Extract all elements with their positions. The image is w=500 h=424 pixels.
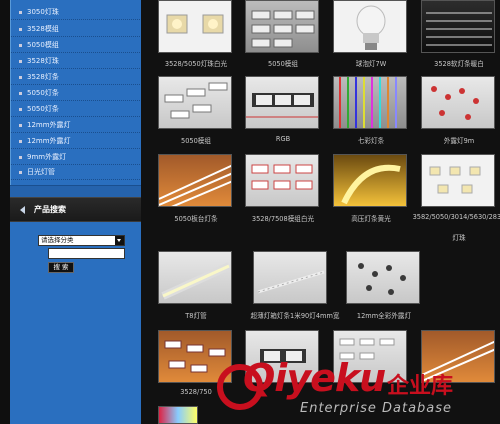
category-label: 5050灯条	[27, 105, 59, 113]
rigid-bar-image	[159, 164, 231, 206]
product-image[interactable]	[333, 0, 407, 53]
category-label: 12mm外露灯	[27, 121, 71, 129]
search-header: 产品搜索	[10, 197, 141, 222]
bullet-icon	[19, 43, 22, 47]
product-grid: 3528/5050灯珠白光 5050模组 球泡灯7W 3528软灯条暖白 505…	[141, 0, 500, 424]
category-list-footer	[10, 185, 141, 197]
product-caption[interactable]: 5050模组	[235, 58, 331, 68]
product-caption[interactable]: 12mm全彩外露灯	[336, 310, 432, 320]
watermark-cn: 企业库	[387, 374, 454, 399]
search-button[interactable]: 搜 索	[48, 262, 74, 273]
bullet-icon	[19, 27, 22, 31]
product-image[interactable]	[421, 76, 495, 129]
product-image[interactable]	[245, 154, 319, 207]
category-label: 3528模组	[27, 25, 59, 33]
category-label: 9mm外露灯	[27, 153, 67, 161]
bullet-icon	[19, 123, 22, 127]
bullet-icon	[19, 75, 22, 79]
product-image[interactable]	[158, 251, 232, 304]
category-label: 3528灯珠	[27, 57, 59, 65]
product-image[interactable]	[421, 0, 495, 53]
product-image[interactable]	[245, 0, 319, 53]
pixel-light-image	[431, 86, 479, 120]
product-caption[interactable]: 高压灯条黄光	[323, 213, 419, 223]
product-caption[interactable]: 5050模组	[148, 135, 244, 145]
category-item[interactable]: 12mm外露灯	[11, 133, 142, 149]
category-item[interactable]: 5050灯条	[11, 85, 142, 101]
product-image[interactable]	[333, 154, 407, 207]
product-caption[interactable]: RGB	[235, 135, 331, 143]
product-image[interactable]	[245, 76, 319, 129]
category-label: 5050灯条	[27, 89, 59, 97]
product-image[interactable]	[333, 76, 407, 129]
bullet-icon	[19, 170, 22, 174]
bullet-icon	[19, 10, 22, 14]
bullet-icon	[19, 91, 22, 95]
sidebar: 3050灯珠 3528模组 5050模组 3528灯珠 3528灯条 5050灯…	[0, 0, 142, 424]
bullet-icon	[19, 59, 22, 63]
category-item[interactable]: 3050灯珠	[11, 4, 142, 20]
color-strip-image	[339, 77, 397, 128]
led-chip-image	[429, 166, 481, 194]
product-caption[interactable]: 3528软灯条暖白	[411, 58, 500, 68]
category-label: 日光灯管	[27, 168, 55, 176]
category-item[interactable]: 3528模组	[11, 21, 142, 37]
product-image[interactable]	[158, 0, 232, 53]
category-select[interactable]: 请选择分类	[38, 235, 125, 246]
category-list: 3050灯珠 3528模组 5050模组 3528灯珠 3528灯条 5050灯…	[10, 0, 142, 185]
product-caption[interactable]: 球泡灯7W	[323, 58, 419, 68]
led-module-image	[164, 82, 228, 119]
product-image[interactable]	[253, 251, 327, 304]
search-title: 产品搜索	[34, 205, 66, 214]
chevron-down-icon	[115, 236, 124, 245]
category-item[interactable]: 5050模组	[11, 37, 142, 53]
category-item[interactable]: 5050灯条	[11, 101, 142, 117]
led-module-image	[251, 164, 313, 190]
product-caption[interactable]: T8灯管	[148, 310, 244, 320]
category-label: 5050模组	[27, 41, 59, 49]
search-panel: 请选择分类 搜 索	[10, 222, 141, 424]
category-item[interactable]: 9mm外露灯	[11, 149, 142, 165]
category-label: 3050灯珠	[27, 8, 59, 16]
category-select-value: 请选择分类	[41, 236, 74, 244]
product-image[interactable]	[421, 154, 495, 207]
category-item[interactable]: 12mm外露灯	[11, 117, 142, 133]
product-caption[interactable]: 3582/5050/3014/5630/2835	[411, 213, 500, 221]
category-item[interactable]: 3528灯珠	[11, 53, 142, 69]
rgb-module-image	[246, 93, 318, 118]
bullet-icon	[19, 155, 22, 159]
product-image[interactable]	[158, 154, 232, 207]
product-caption[interactable]: 3528/5050灯珠白光	[148, 58, 244, 68]
category-label: 12mm外露灯	[27, 137, 71, 145]
slim-strip-image	[257, 270, 325, 294]
pixel-light-image	[358, 263, 406, 295]
watermark-subtitle: Enterprise Database	[300, 401, 453, 416]
led-chip-image	[166, 14, 224, 34]
product-caption[interactable]: 超薄灯箱灯条1米90灯4mm宽	[243, 310, 347, 320]
category-item[interactable]: 日光灯管	[11, 164, 142, 180]
watermark-brand: Qiyeku	[243, 356, 386, 400]
led-strip-image	[426, 12, 492, 46]
product-caption[interactable]: 3528/7508模组白光	[235, 213, 331, 223]
bullet-icon	[19, 139, 22, 143]
category-item[interactable]: 3528灯条	[11, 69, 142, 85]
product-image[interactable]	[346, 251, 420, 304]
led-module-image	[251, 10, 315, 48]
category-label: 3528灯条	[27, 73, 59, 81]
arrow-left-icon	[20, 206, 25, 214]
product-image[interactable]	[158, 76, 232, 129]
high-voltage-strip-image	[341, 164, 401, 205]
tube-light-image	[161, 262, 231, 300]
keyword-input[interactable]	[48, 248, 125, 259]
product-caption[interactable]: 5050板台灯条	[148, 213, 244, 223]
product-caption[interactable]: 灯珠	[411, 232, 500, 242]
bullet-icon	[19, 107, 22, 111]
bulb-image	[356, 5, 386, 50]
product-image[interactable]	[158, 406, 198, 424]
product-caption[interactable]: 外露灯9m	[411, 135, 500, 145]
product-caption[interactable]: 七彩灯条	[323, 135, 419, 145]
